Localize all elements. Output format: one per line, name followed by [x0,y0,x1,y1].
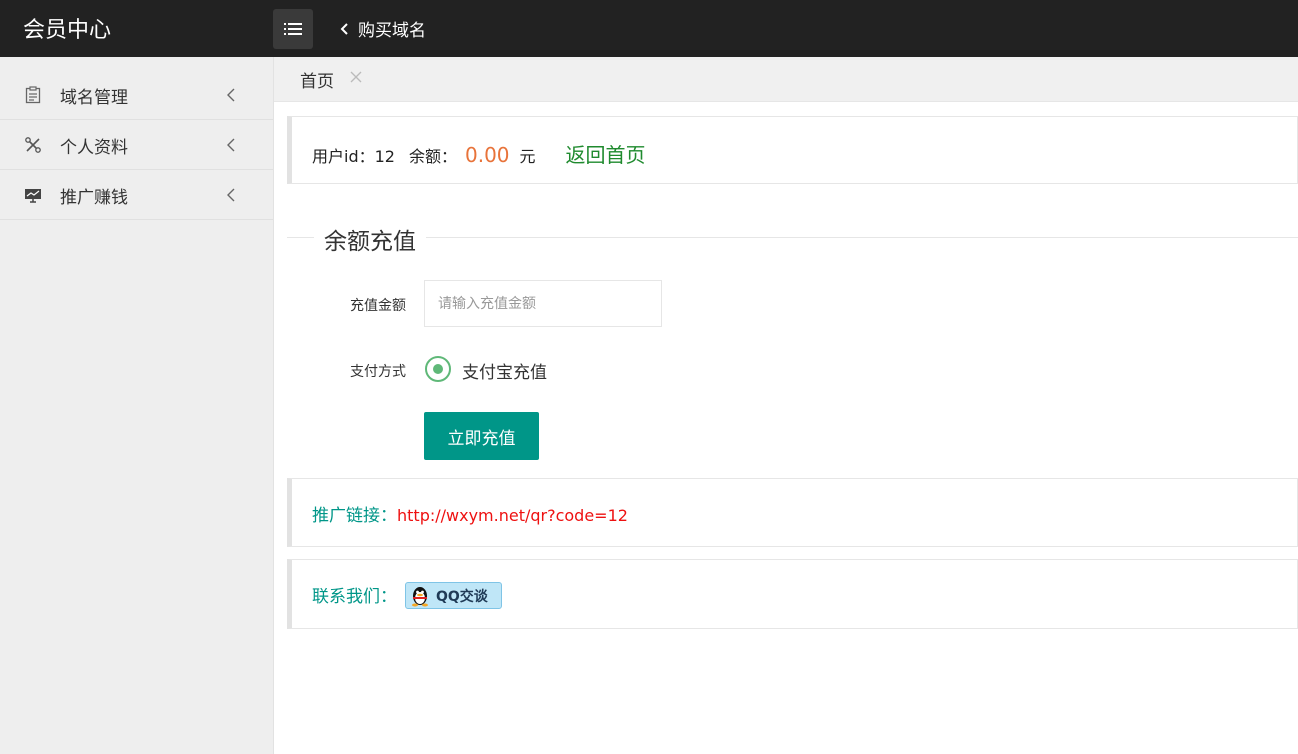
sidebar: 域名管理 个人资料 推广赚钱 [0,57,274,754]
recharge-now-button[interactable]: 立即充值 [424,412,539,460]
sidebar-item-domain-management[interactable]: 域名管理 [0,70,273,120]
promotion-link-block: 推广链接： http://wxym.net/qr?code=12 [287,478,1298,547]
chevron-left-icon [227,188,235,202]
qq-chat-button[interactable]: QQ交谈 [405,582,502,609]
chevron-left-icon [227,88,235,102]
sidebar-item-label: 个人资料 [60,138,128,158]
promotion-url[interactable]: http://wxym.net/qr?code=12 [397,506,628,525]
payment-method-label: 支付方式 [350,364,406,380]
fieldset-divider [287,237,1298,238]
back-link-label: 购买域名 [358,21,426,41]
clipboard-icon [25,86,41,104]
balance-value: 0.00 [464,143,510,167]
sidebar-item-promotion[interactable]: 推广赚钱 [0,170,273,220]
amount-input[interactable] [424,280,662,327]
radio-selected-dot [433,364,443,374]
sidebar-item-label: 域名管理 [60,88,128,108]
currency-label: 元 [519,147,536,166]
promotion-link-label: 推广链接： [312,506,397,526]
contact-block: 联系我们： QQ交谈 [287,559,1298,629]
qq-chat-label: QQ交谈 [436,588,488,605]
sidebar-item-label: 推广赚钱 [60,188,128,208]
monitor-chart-icon [25,189,41,203]
sidebar-item-profile[interactable]: 个人资料 [0,120,273,170]
back-link-buy-domain[interactable]: 购买域名 [340,16,426,41]
brand-title: 会员中心 [23,18,112,43]
balance-label: 余额： [408,147,457,166]
user-id-value: 12 [374,147,395,166]
amount-label: 充值金额 [350,298,406,314]
alipay-radio-label[interactable]: 支付宝充值 [462,358,547,383]
close-icon[interactable] [350,71,362,83]
user-id-label: 用户id： [312,147,375,166]
tab-home[interactable]: 首页 [300,67,334,92]
tools-icon [25,137,41,153]
return-home-link[interactable]: 返回首页 [566,139,646,168]
hamburger-icon [284,23,302,35]
account-info-block: 用户id： 12 余额： 0.00 元 返回首页 [287,116,1298,184]
menu-toggle-button[interactable] [273,9,313,49]
alipay-radio[interactable] [425,356,451,382]
top-navbar: 会员中心 购买域名 [0,0,1298,57]
chevron-left-icon [340,22,348,35]
qq-penguin-icon [412,586,428,606]
recharge-section-title: 余额充值 [314,222,426,256]
tab-bar: 首页 [274,57,1298,102]
contact-label: 联系我们： [312,587,397,607]
chevron-left-icon [227,138,235,152]
